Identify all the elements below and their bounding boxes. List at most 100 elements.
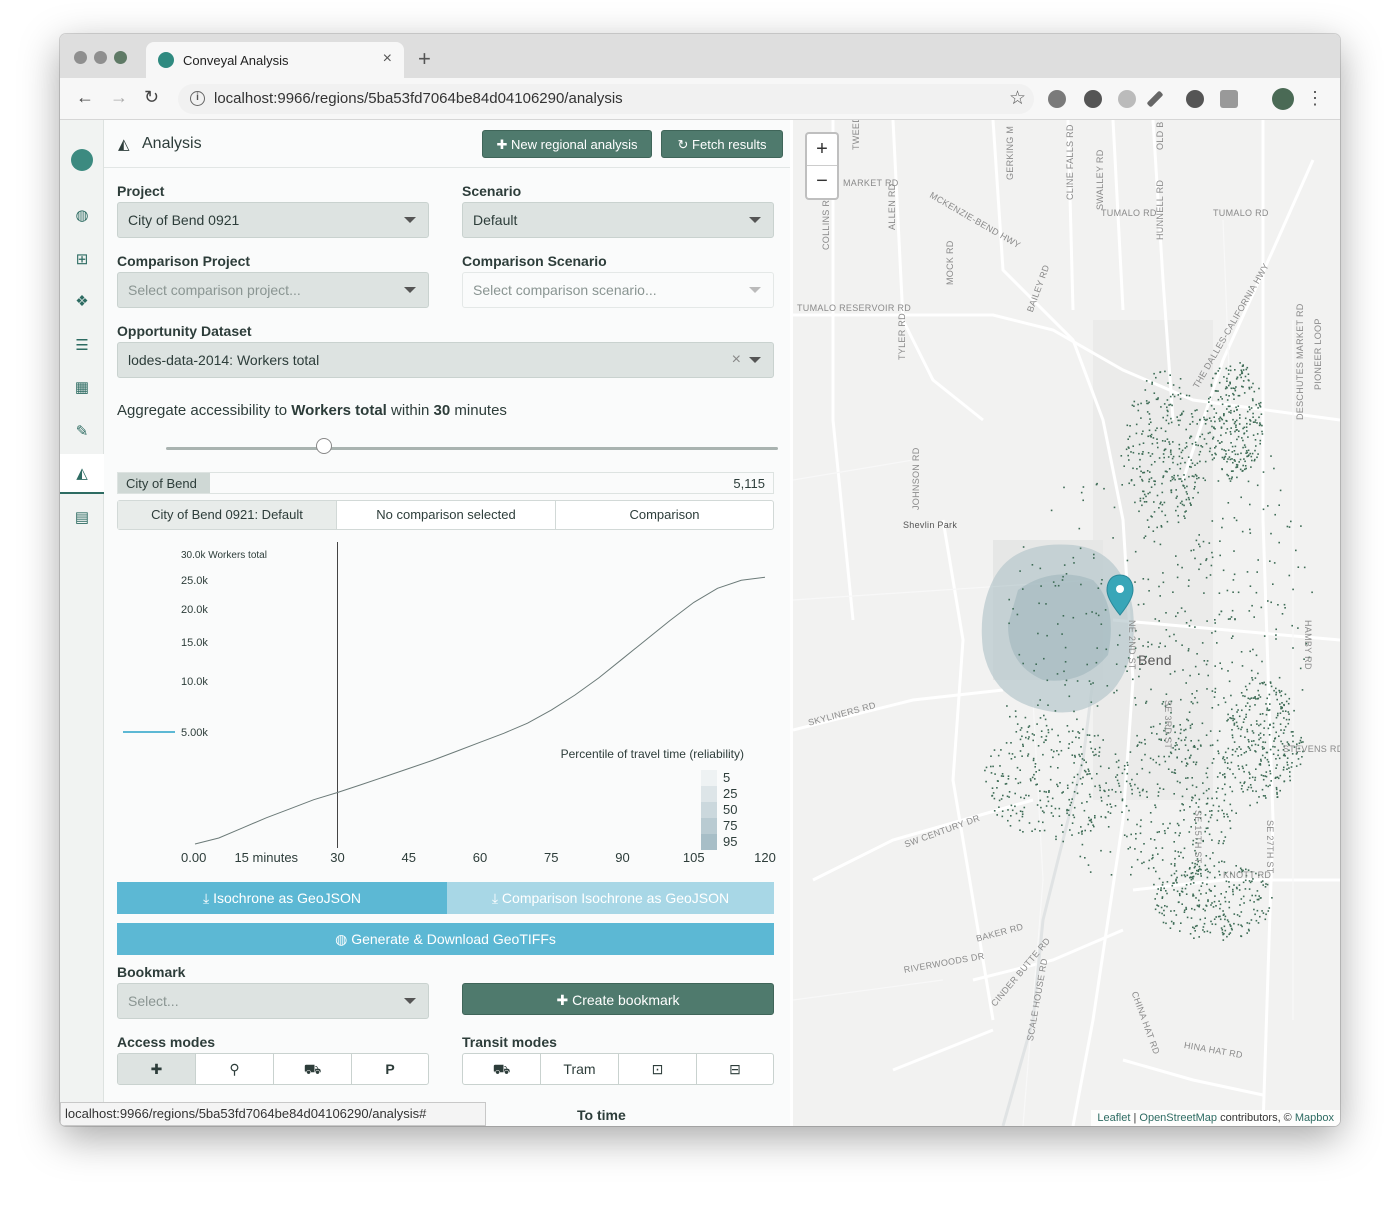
leaflet-link[interactable]: Leaflet	[1097, 1112, 1130, 1124]
create-bookmark-label: Create bookmark	[572, 992, 680, 1008]
project-select[interactable]: City of Bend 0921	[117, 202, 429, 238]
tab-comparison[interactable]: Comparison	[556, 501, 773, 529]
isochrone-geojson-button[interactable]: ⤓ Isochrone as GeoJSON	[117, 882, 447, 914]
zoom-out-button[interactable]: −	[807, 166, 837, 198]
cutoff-slider-thumb[interactable]	[316, 438, 332, 454]
comparison-scenario-placeholder: Select comparison scenario...	[473, 282, 657, 298]
back-arrow-icon[interactable]: ←	[76, 87, 94, 108]
create-bookmark-button[interactable]: ✚ Create bookmark	[462, 983, 774, 1015]
place-label-bend: Bend	[1138, 652, 1172, 668]
fetch-results-label: Fetch results	[692, 137, 767, 152]
scenario-select-value: Default	[473, 212, 518, 228]
clear-icon[interactable]: ×	[732, 343, 741, 377]
access-modes-label: Access modes	[117, 1034, 216, 1050]
tab-close-icon[interactable]: ×	[383, 50, 392, 68]
maximize-window-dot[interactable]	[114, 51, 127, 64]
attribution-text: contributors, ©	[1217, 1112, 1295, 1124]
generate-geotiffs-button[interactable]: ◍ Generate & Download GeoTIFFs	[117, 923, 774, 955]
reload-icon[interactable]: ↻	[144, 87, 159, 108]
isochrone-geojson-label: Isochrone as GeoJSON	[213, 890, 361, 906]
url-text[interactable]: localhost:9966/regions/5ba53fd7064be84d0…	[214, 90, 623, 107]
plus-icon: ✚	[556, 992, 573, 1008]
area-chart-icon[interactable]: ◭	[60, 454, 104, 494]
zoom-in-button[interactable]: +	[807, 134, 837, 166]
road-label: ALLEN RD	[887, 183, 897, 230]
pencil-icon[interactable]: ✎	[60, 412, 104, 452]
y-tick-label: 25.0k	[181, 575, 208, 587]
bookmark-select[interactable]: Select...	[117, 983, 429, 1019]
road-label: OLD B	[1155, 121, 1165, 150]
extension-gear-icon[interactable]	[1048, 90, 1066, 108]
map-view[interactable]: TWEED RD GERKING M CLINE FALLS RD OLD B …	[793, 120, 1340, 1126]
bus-icon[interactable]: ⛟	[463, 1054, 541, 1084]
link-status-bar: localhost:9966/regions/5ba53fd7064be84d0…	[60, 1102, 486, 1126]
tab-current-scenario[interactable]: City of Bend 0921: Default	[118, 501, 337, 529]
minimize-window-dot[interactable]	[94, 51, 107, 64]
bookmark-star-icon[interactable]: ☆	[1009, 87, 1026, 110]
x-tick-label: 0.00	[181, 850, 206, 865]
extension-c-icon[interactable]	[1220, 90, 1238, 108]
reliability-level-label: 25	[723, 786, 737, 801]
cutoff-slider-track[interactable]	[166, 447, 778, 450]
scenario-select[interactable]: Default	[462, 202, 774, 238]
car-icon[interactable]: ⛟	[274, 1054, 352, 1084]
road-label: GERKING M	[1005, 125, 1015, 180]
area-chart-icon: ◭	[118, 136, 130, 153]
mapbox-link[interactable]: Mapbox	[1295, 1112, 1334, 1124]
to-time-label: To time	[577, 1107, 626, 1123]
rail-icon[interactable]: ⊟	[697, 1054, 773, 1084]
osm-link[interactable]: OpenStreetMap	[1139, 1112, 1217, 1124]
tram-button[interactable]: Tram	[541, 1054, 619, 1084]
app-sidebar: ◍ ⊞ ❖ ☰ ▦ ✎ ◭ ▤	[60, 120, 104, 1126]
subway-icon[interactable]: ⊡	[619, 1054, 697, 1084]
close-window-dot[interactable]	[74, 51, 87, 64]
browser-tab[interactable]: Conveyal Analysis ×	[146, 42, 404, 78]
browser-menu-icon[interactable]: ⋮	[1306, 88, 1324, 109]
transit-modes-label: Transit modes	[462, 1034, 557, 1050]
opportunity-dataset-select[interactable]: lodes-data-2014: Workers total ×	[117, 342, 774, 378]
new-regional-analysis-button[interactable]: ✚ New regional analysis	[482, 130, 652, 158]
extension-eyedropper-icon[interactable]	[1146, 90, 1164, 108]
reliability-swatch	[701, 770, 717, 786]
map-icon[interactable]: ⊞	[60, 240, 104, 280]
cubes-icon[interactable]: ❖	[60, 282, 104, 322]
x-tick-label: 30	[330, 850, 344, 865]
info-icon[interactable]: i	[190, 91, 205, 106]
x-tick-label: 120	[754, 850, 776, 865]
walk-icon[interactable]: ✚	[118, 1054, 196, 1084]
road-label: JOHNSON RD	[911, 447, 921, 510]
road-label: HAMBY RD	[1303, 620, 1313, 670]
bicycle-icon[interactable]: ⚲	[196, 1054, 274, 1084]
road-label: NE 2ND ST	[1127, 620, 1137, 670]
aggregate-dataset: Workers total	[291, 402, 387, 419]
aggregate-prefix: Aggregate accessibility to	[117, 402, 292, 419]
chevron-down-icon	[749, 357, 761, 363]
server-icon[interactable]: ▤	[60, 498, 104, 538]
bookmark-label: Bookmark	[117, 964, 186, 980]
reliability-swatch	[701, 786, 717, 802]
comparison-isochrone-geojson-label: Comparison Isochrone as GeoJSON	[501, 890, 730, 906]
globe-icon[interactable]: ◍	[60, 196, 104, 236]
road-label: SE 15TH ST	[1193, 810, 1203, 864]
conveyal-logo-icon[interactable]	[71, 149, 93, 171]
extension-circle-icon[interactable]	[1118, 90, 1136, 108]
new-tab-icon[interactable]: +	[418, 46, 431, 72]
profile-avatar[interactable]	[1272, 88, 1294, 110]
comparison-isochrone-geojson-button[interactable]: ⤓ Comparison Isochrone as GeoJSON	[447, 882, 774, 914]
analysis-panel: ◭ Analysis ✚ New regional analysis ↻ Fet…	[104, 120, 790, 1126]
forward-arrow-icon[interactable]: →	[110, 87, 128, 108]
tab-no-comparison[interactable]: No comparison selected	[337, 501, 556, 529]
browser-window: Conveyal Analysis × + ← → ↻ i localhost:…	[60, 34, 1340, 1126]
park-ride-icon[interactable]: P	[352, 1054, 428, 1084]
fetch-results-button[interactable]: ↻ Fetch results	[661, 130, 783, 158]
comparison-project-select[interactable]: Select comparison project...	[117, 272, 429, 308]
extension-pinterest-icon[interactable]	[1186, 90, 1204, 108]
road-label: SE 27TH ST	[1265, 820, 1275, 874]
comparison-scenario-select[interactable]: Select comparison scenario...	[462, 272, 774, 308]
browser-toolbar: ← → ↻ i localhost:9966/regions/5ba53fd70…	[60, 78, 1340, 120]
extension-opera-icon[interactable]	[1084, 90, 1102, 108]
address-bar[interactable]: i localhost:9966/regions/5ba53fd7064be84…	[178, 84, 1034, 114]
generate-geotiffs-label: Generate & Download GeoTIFFs	[351, 931, 556, 947]
database-icon[interactable]: ☰	[60, 326, 104, 366]
grid-icon[interactable]: ▦	[60, 368, 104, 408]
